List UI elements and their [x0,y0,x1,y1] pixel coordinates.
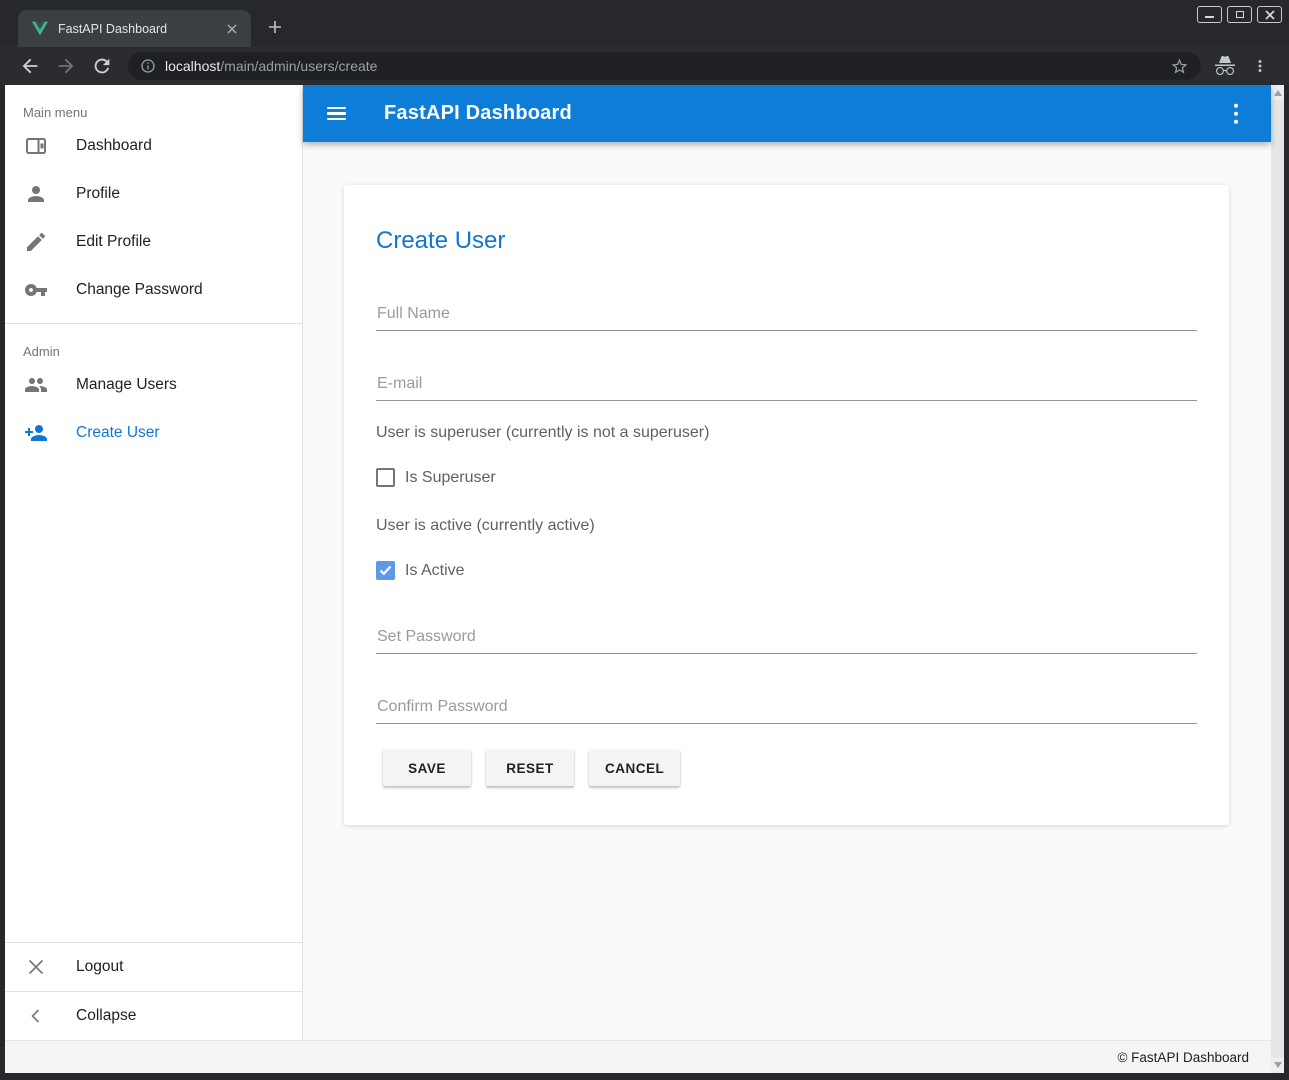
new-tab-button[interactable] [263,15,287,39]
sidebar-item-label: Change Password [76,281,203,299]
browser-tab[interactable]: FastAPI Dashboard [18,10,251,47]
create-user-card: Create User User is superuser (currently… [344,185,1229,825]
back-button[interactable] [19,55,41,77]
sidebar-item-label: Dashboard [76,137,152,155]
is-superuser-label: Is Superuser [405,469,496,487]
sidebar-item-collapse[interactable]: Collapse [5,992,302,1040]
page-content: Create User User is superuser (currently… [303,142,1271,1040]
window-maximize-button[interactable] [1227,6,1252,23]
forward-button[interactable] [55,55,77,77]
appbar-title: FastAPI Dashboard [384,102,572,125]
chevron-left-icon [24,1004,48,1028]
page-info-icon[interactable] [140,58,156,74]
window-minimize-button[interactable] [1197,6,1222,23]
checkmark-icon [379,565,392,576]
reset-button[interactable]: RESET [486,750,574,786]
form-buttons: SAVE RESET CANCEL [383,750,1197,786]
is-active-label: Is Active [405,562,465,580]
sidebar-header-main-menu: Main menu [5,85,302,122]
save-button[interactable]: SAVE [383,750,471,786]
tab-close-icon[interactable] [223,20,241,38]
scrollbar-down-arrow-icon[interactable] [1274,1062,1282,1068]
incognito-icon [1213,54,1237,78]
people-icon [24,373,48,397]
pencil-icon [24,230,48,254]
url-bar[interactable]: localhost/main/admin/users/create [128,52,1201,80]
person-add-icon [24,421,48,445]
page-footer: © FastAPI Dashboard [5,1040,1271,1073]
card-title: Create User [376,227,1197,255]
active-hint: User is active (currently active) [376,517,1197,535]
browser-toolbar: localhost/main/admin/users/create [0,47,1289,85]
url-text[interactable]: localhost/main/admin/users/create [165,58,377,74]
is-superuser-checkbox-row[interactable]: Is Superuser [376,468,1197,487]
hamburger-menu-icon[interactable] [327,107,346,121]
sidebar-item-label: Edit Profile [76,233,151,251]
is-active-checkbox[interactable] [376,561,395,580]
superuser-hint: User is superuser (currently is not a su… [376,424,1197,442]
set-password-field-wrap [376,628,1197,654]
email-input[interactable] [376,375,1197,401]
email-field-wrap [376,375,1197,401]
bookmark-star-icon[interactable] [1170,57,1189,76]
page-viewport: Main menu Dashboard Profile [5,85,1284,1073]
sidebar-item-profile[interactable]: Profile [5,170,302,218]
browser-window: FastAPI Dashboard [0,0,1289,1080]
main-area: FastAPI Dashboard Create User [303,85,1271,1040]
sidebar-item-create-user[interactable]: Create User [5,409,302,457]
footer-copyright: © FastAPI Dashboard [1117,1050,1249,1065]
confirm-password-field-wrap [376,698,1197,724]
sidebar-item-change-password[interactable]: Change Password [5,266,302,314]
sidebar-item-label: Manage Users [76,376,177,394]
close-x-icon [24,955,48,979]
is-superuser-checkbox[interactable] [376,468,395,487]
full-name-input[interactable] [376,305,1197,331]
sidebar-item-logout[interactable]: Logout [5,943,302,991]
scrollbar-thumb[interactable] [1271,100,1284,1058]
sidebar-item-label: Create User [76,424,160,442]
sidebar-item-edit-profile[interactable]: Edit Profile [5,218,302,266]
appbar-kebab-icon[interactable] [1234,103,1239,124]
full-name-field-wrap [376,305,1197,331]
sidebar-item-label: Collapse [76,1007,136,1025]
vue-favicon-icon [32,21,48,36]
cancel-button[interactable]: CANCEL [589,750,680,786]
is-active-checkbox-row[interactable]: Is Active [376,561,1197,580]
dashboard-icon [24,134,48,158]
sidebar: Main menu Dashboard Profile [5,85,303,1040]
person-icon [24,182,48,206]
sidebar-item-dashboard[interactable]: Dashboard [5,122,302,170]
set-password-input[interactable] [376,628,1197,654]
window-close-button[interactable] [1257,6,1282,23]
reload-button[interactable] [91,55,113,77]
browser-titlebar: FastAPI Dashboard [0,0,1289,47]
scrollbar-up-arrow-icon[interactable] [1274,90,1282,96]
confirm-password-input[interactable] [376,698,1197,724]
sidebar-item-label: Profile [76,185,120,203]
sidebar-item-label: Logout [76,958,123,976]
sidebar-header-admin: Admin [5,324,302,361]
browser-menu-kebab-icon[interactable] [1251,57,1269,75]
appbar: FastAPI Dashboard [303,85,1271,142]
key-icon [24,278,48,302]
vertical-scrollbar[interactable] [1271,85,1284,1073]
sidebar-item-manage-users[interactable]: Manage Users [5,361,302,409]
tab-title: FastAPI Dashboard [58,22,223,36]
